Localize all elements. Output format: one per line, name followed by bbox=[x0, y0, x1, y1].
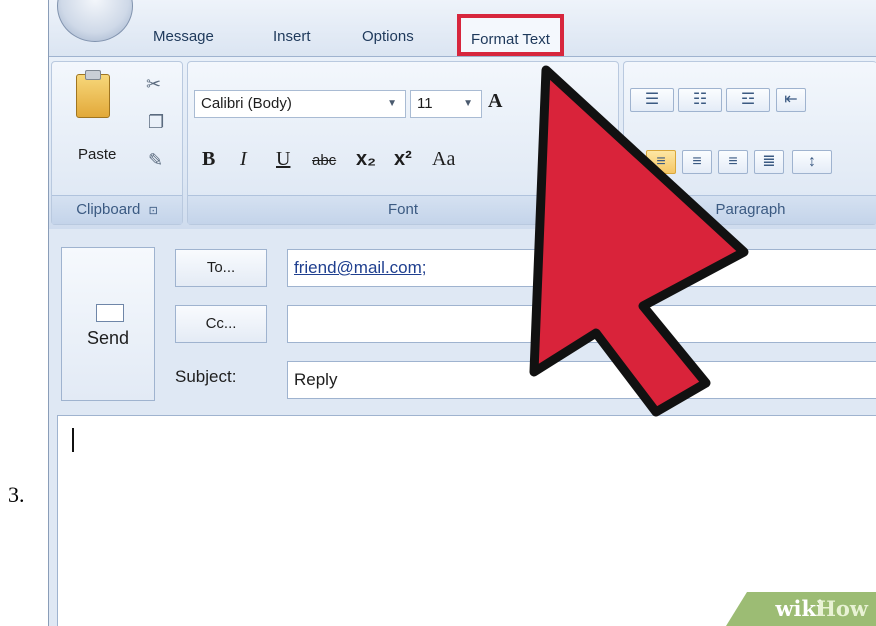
tab-message[interactable]: Message bbox=[153, 28, 214, 45]
align-left-icon[interactable]: ≡ bbox=[646, 150, 676, 174]
text-caret bbox=[72, 428, 74, 452]
font-group: Calibri (Body) ▼ 11 ▼ A B I U abc x₂ x² … bbox=[187, 61, 619, 225]
send-button[interactable]: Send bbox=[61, 247, 155, 401]
superscript-button[interactable]: x² bbox=[394, 148, 412, 171]
message-header-area: Send To... Cc... Subject: friend@mail.co… bbox=[49, 229, 876, 626]
strikethrough-button[interactable]: abc bbox=[312, 152, 336, 169]
font-size-combo[interactable]: 11 ▼ bbox=[410, 90, 482, 118]
tab-insert[interactable]: Insert bbox=[273, 28, 311, 45]
clipboard-label-text: Clipboard bbox=[76, 201, 141, 218]
cc-field[interactable] bbox=[287, 305, 876, 343]
change-case-button[interactable]: Aa bbox=[432, 148, 455, 171]
send-label: Send bbox=[86, 328, 130, 348]
cc-button[interactable]: Cc... bbox=[175, 305, 267, 343]
to-recipient[interactable]: friend@mail.com; bbox=[294, 258, 427, 277]
step-number: 3. bbox=[8, 482, 25, 507]
font-name-value: Calibri (Body) bbox=[201, 95, 292, 112]
ribbon: Paste ✂ ❐ ✎ Clipboard ⊡ Calibri (Body) ▼… bbox=[49, 56, 876, 230]
paragraph-group-label: Paragraph bbox=[624, 195, 876, 224]
bold-button[interactable]: B bbox=[202, 148, 215, 171]
watermark-how-text: How bbox=[816, 596, 868, 621]
tab-options[interactable]: Options bbox=[362, 28, 414, 45]
font-size-value: 11 bbox=[417, 95, 433, 112]
font-group-label: Font bbox=[188, 195, 618, 224]
align-right-icon[interactable]: ≡ bbox=[718, 150, 748, 174]
to-button[interactable]: To... bbox=[175, 249, 267, 287]
chevron-down-icon[interactable]: ▼ bbox=[387, 91, 397, 117]
ribbon-tab-strip: Message Insert Options Format Text bbox=[49, 0, 876, 56]
outlook-message-window: Message Insert Options Format Text Paste… bbox=[48, 0, 876, 626]
line-spacing-icon[interactable]: ↕ bbox=[792, 150, 832, 174]
chevron-down-icon[interactable]: ▼ bbox=[463, 91, 473, 117]
italic-button[interactable]: I bbox=[240, 148, 247, 171]
copy-icon[interactable]: ❐ bbox=[148, 112, 164, 133]
multilevel-list-icon[interactable]: ☲ bbox=[726, 88, 770, 112]
align-center-icon[interactable]: ≡ bbox=[682, 150, 712, 174]
to-field[interactable]: friend@mail.com; bbox=[287, 249, 876, 287]
clipboard-group-label: Clipboard ⊡ bbox=[52, 195, 182, 224]
subject-label: Subject: bbox=[175, 367, 237, 386]
decrease-indent-icon[interactable]: ⇤ bbox=[776, 88, 806, 112]
tab-format-text[interactable]: Format Text bbox=[457, 14, 564, 56]
office-orb-icon[interactable] bbox=[57, 0, 133, 42]
paragraph-group: ☰ ☷ ☲ ⇤ ≡ ≡ ≡ ≣ ↕ Paragraph bbox=[623, 61, 876, 225]
numbering-icon[interactable]: ☷ bbox=[678, 88, 722, 112]
subject-field[interactable]: Reply bbox=[287, 361, 876, 399]
justify-icon[interactable]: ≣ bbox=[754, 150, 784, 174]
cut-icon[interactable]: ✂ bbox=[146, 74, 161, 95]
bullets-icon[interactable]: ☰ bbox=[630, 88, 674, 112]
underline-button[interactable]: U bbox=[276, 148, 290, 171]
paste-button[interactable]: Paste bbox=[58, 68, 120, 172]
subscript-button[interactable]: x₂ bbox=[356, 148, 376, 171]
dialog-launcher-icon[interactable]: ⊡ bbox=[149, 205, 158, 217]
font-name-combo[interactable]: Calibri (Body) ▼ bbox=[194, 90, 406, 118]
send-envelope-icon bbox=[96, 304, 124, 322]
format-painter-icon[interactable]: ✎ bbox=[148, 150, 163, 171]
paste-icon bbox=[76, 70, 110, 118]
clipboard-group: Paste ✂ ❐ ✎ Clipboard ⊡ bbox=[51, 61, 183, 225]
paste-label: Paste bbox=[78, 146, 117, 163]
grow-font-button[interactable]: A bbox=[488, 90, 502, 113]
